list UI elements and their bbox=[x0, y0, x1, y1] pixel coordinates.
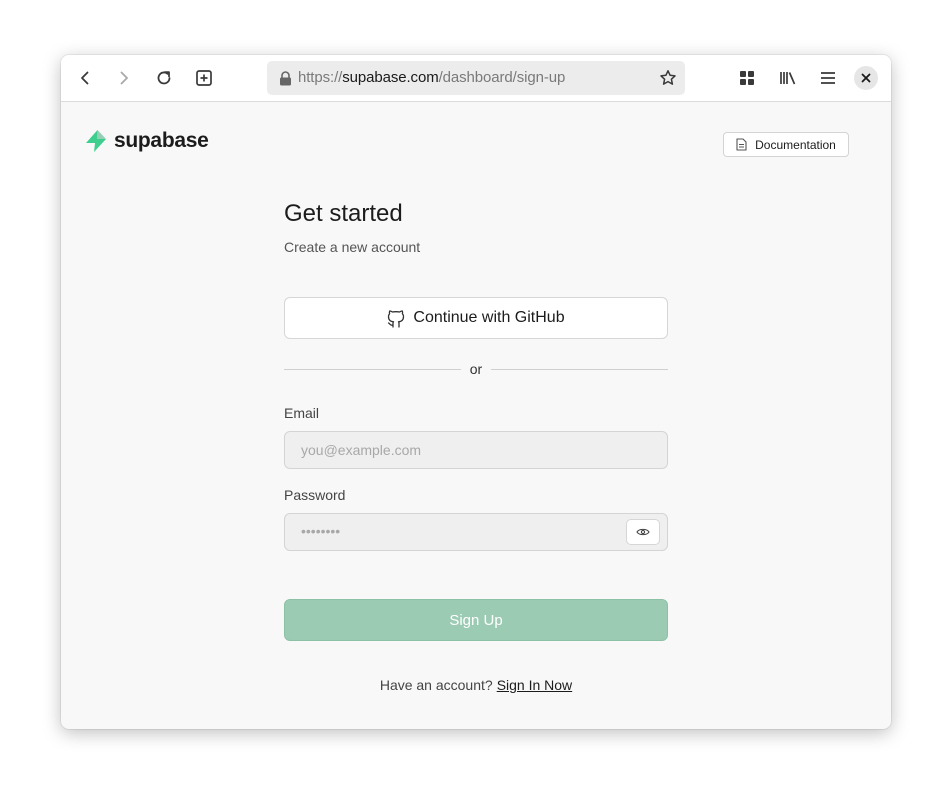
divider-line-left bbox=[284, 369, 461, 370]
forward-button[interactable] bbox=[110, 64, 138, 92]
close-window-button[interactable] bbox=[854, 66, 878, 90]
address-bar[interactable]: https://supabase.com/dashboard/sign-up bbox=[267, 61, 685, 95]
password-masked-value: •••••••• bbox=[301, 523, 341, 539]
new-tab-icon bbox=[196, 70, 212, 86]
supabase-bolt-icon bbox=[86, 130, 106, 152]
extensions-icon bbox=[740, 71, 754, 85]
star-icon bbox=[660, 70, 676, 85]
library-button[interactable] bbox=[774, 64, 802, 92]
menu-icon bbox=[821, 72, 835, 84]
extensions-button[interactable] bbox=[733, 64, 761, 92]
url-path: /dashboard/sign-up bbox=[438, 69, 566, 86]
divider-line-right bbox=[491, 369, 668, 370]
close-icon bbox=[861, 73, 871, 83]
browser-toolbar: https://supabase.com/dashboard/sign-up bbox=[61, 55, 891, 102]
forward-icon bbox=[120, 71, 128, 85]
sign-up-button-label: Sign Up bbox=[449, 611, 503, 629]
or-divider: or bbox=[284, 361, 668, 377]
sign-up-button[interactable]: Sign Up bbox=[284, 599, 668, 641]
page-subtitle: Create a new account bbox=[284, 239, 421, 255]
password-field[interactable]: •••••••• bbox=[284, 513, 668, 551]
signin-prompt: Have an account? Sign In Now bbox=[284, 677, 668, 693]
lock-icon bbox=[277, 70, 293, 86]
reload-button[interactable] bbox=[150, 64, 178, 92]
page-title: Get started bbox=[284, 200, 403, 227]
back-button[interactable] bbox=[71, 64, 99, 92]
back-icon bbox=[81, 71, 89, 85]
reload-icon bbox=[157, 71, 171, 85]
github-icon bbox=[388, 310, 405, 328]
browser-window: https://supabase.com/dashboard/sign-up s… bbox=[61, 55, 891, 729]
continue-with-github-button[interactable]: Continue with GitHub bbox=[284, 297, 668, 339]
email-label: Email bbox=[284, 405, 320, 421]
password-label: Password bbox=[284, 487, 346, 503]
new-tab-button[interactable] bbox=[190, 64, 218, 92]
documentation-label: Documentation bbox=[755, 137, 836, 152]
email-field[interactable] bbox=[284, 431, 668, 469]
page-content: supabase Documentation Get started Creat… bbox=[61, 102, 891, 729]
github-button-label: Continue with GitHub bbox=[413, 309, 565, 326]
supabase-logo[interactable]: supabase bbox=[84, 129, 209, 153]
documentation-button[interactable]: Documentation bbox=[723, 132, 849, 157]
url-host: supabase.com bbox=[342, 69, 439, 86]
bookmark-star-button[interactable] bbox=[657, 67, 679, 89]
url-text: https://supabase.com/dashboard/sign-up bbox=[298, 69, 565, 86]
footer-text: Have an account? bbox=[379, 677, 493, 693]
menu-button[interactable] bbox=[814, 64, 842, 92]
url-scheme: https:// bbox=[298, 69, 343, 86]
logo-text: supabase bbox=[114, 129, 209, 152]
email-input[interactable] bbox=[285, 432, 667, 468]
sign-in-link[interactable]: Sign In Now bbox=[497, 677, 572, 693]
document-icon bbox=[736, 138, 747, 151]
eye-icon bbox=[636, 528, 650, 536]
toggle-password-visibility-button[interactable] bbox=[626, 519, 660, 545]
library-icon bbox=[780, 72, 796, 85]
divider-text: or bbox=[469, 361, 483, 377]
